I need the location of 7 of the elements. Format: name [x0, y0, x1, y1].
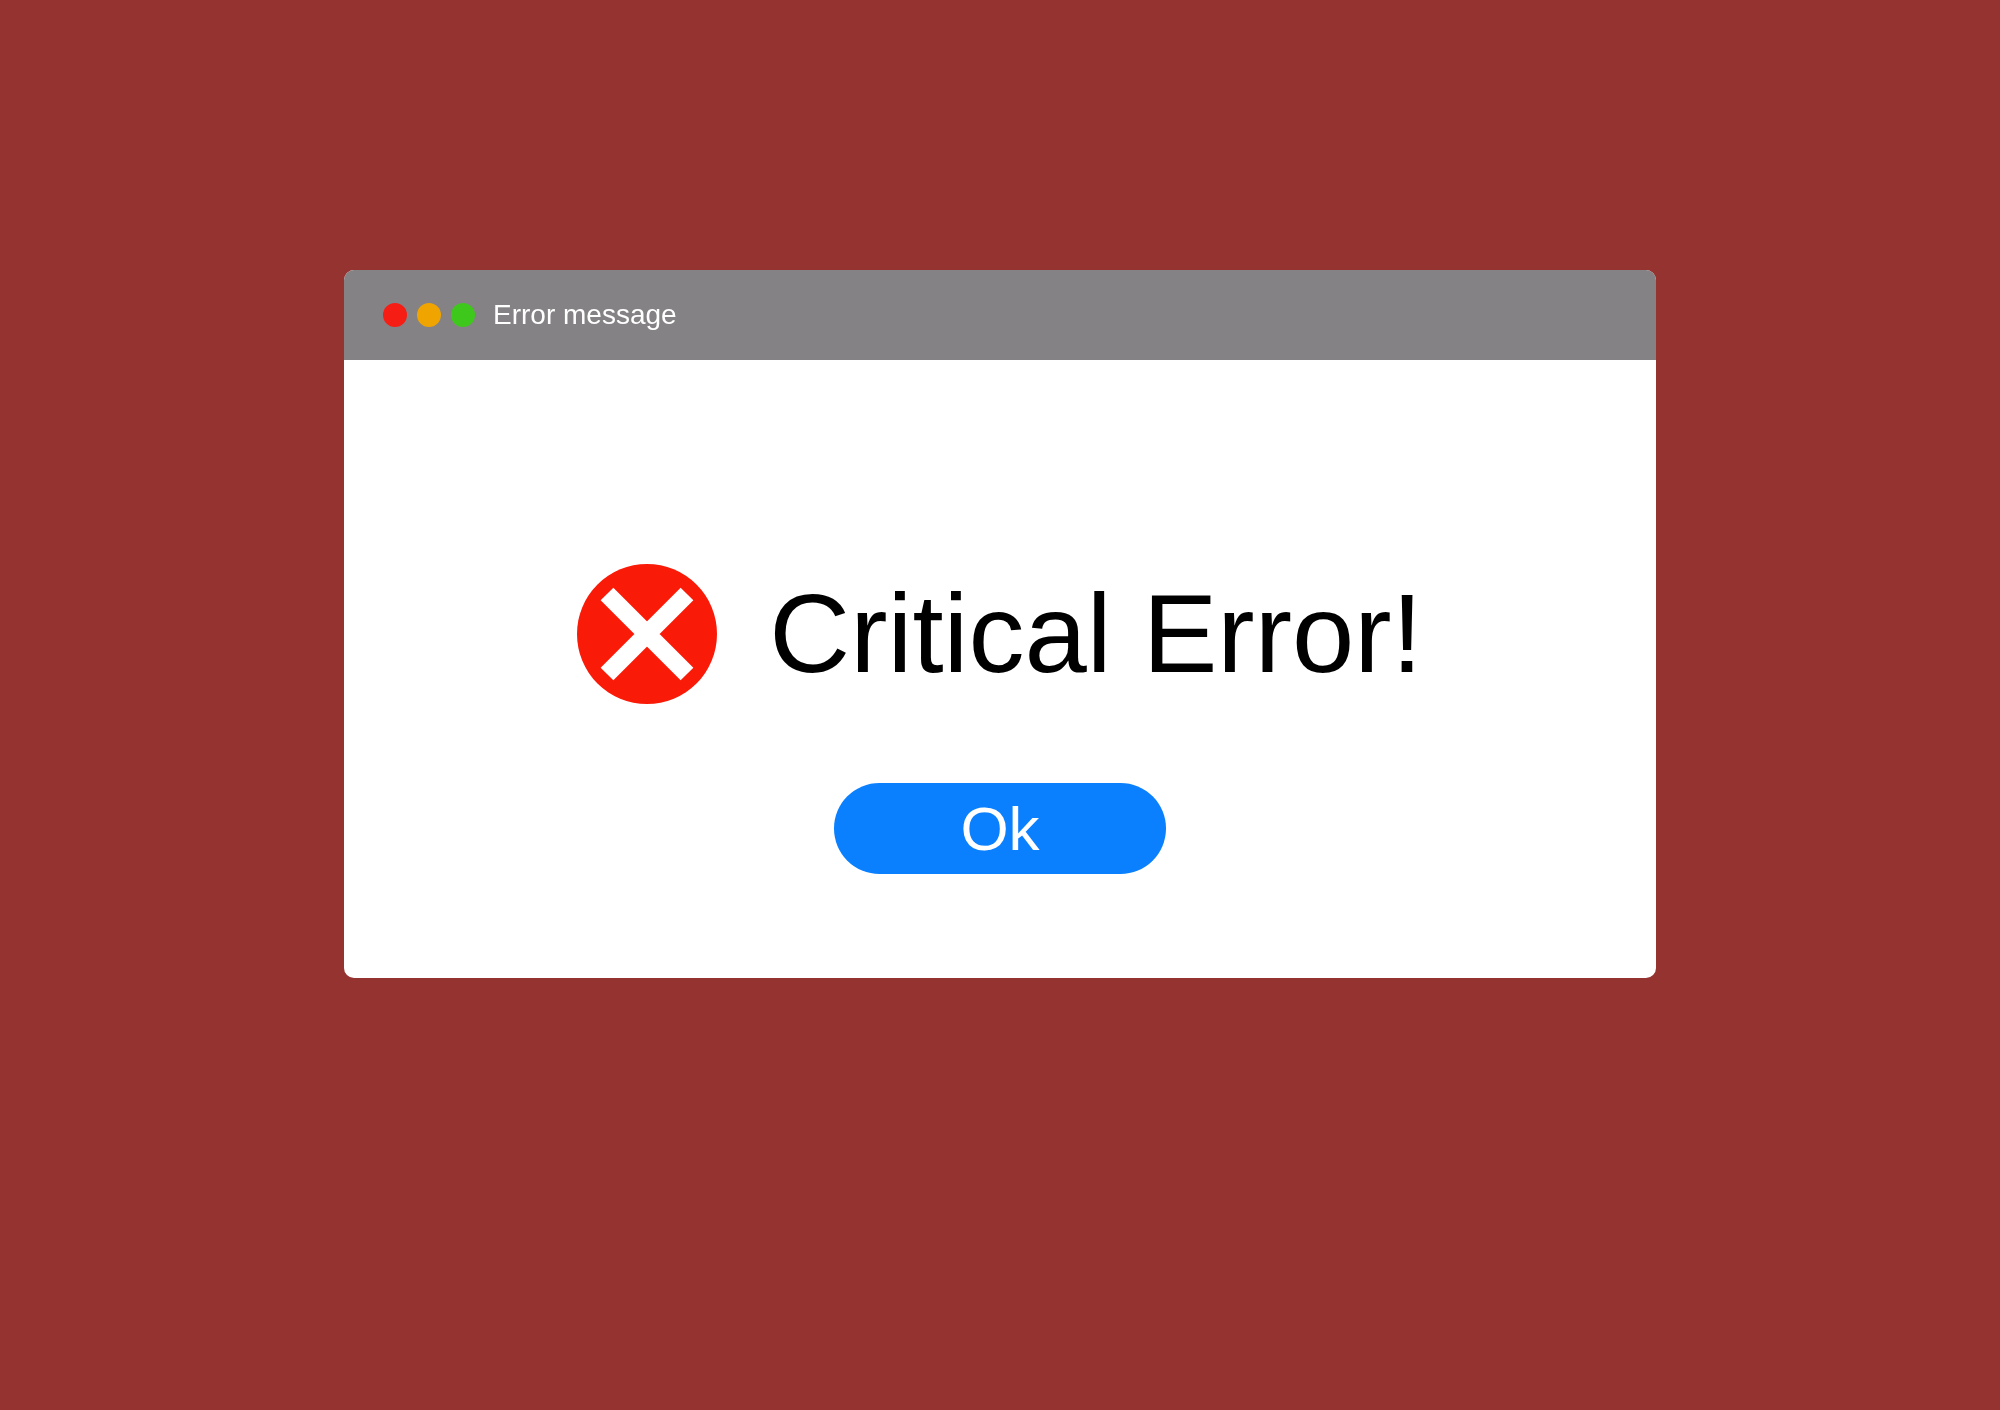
- window-control[interactable]: [417, 303, 441, 327]
- window-control[interactable]: [383, 303, 407, 327]
- error-icon: [577, 564, 718, 704]
- ok-button[interactable]: Ok: [834, 783, 1166, 874]
- window-title: Error message: [493, 299, 677, 331]
- window-control[interactable]: [451, 303, 475, 327]
- error-message: Critical Error!: [769, 578, 1423, 690]
